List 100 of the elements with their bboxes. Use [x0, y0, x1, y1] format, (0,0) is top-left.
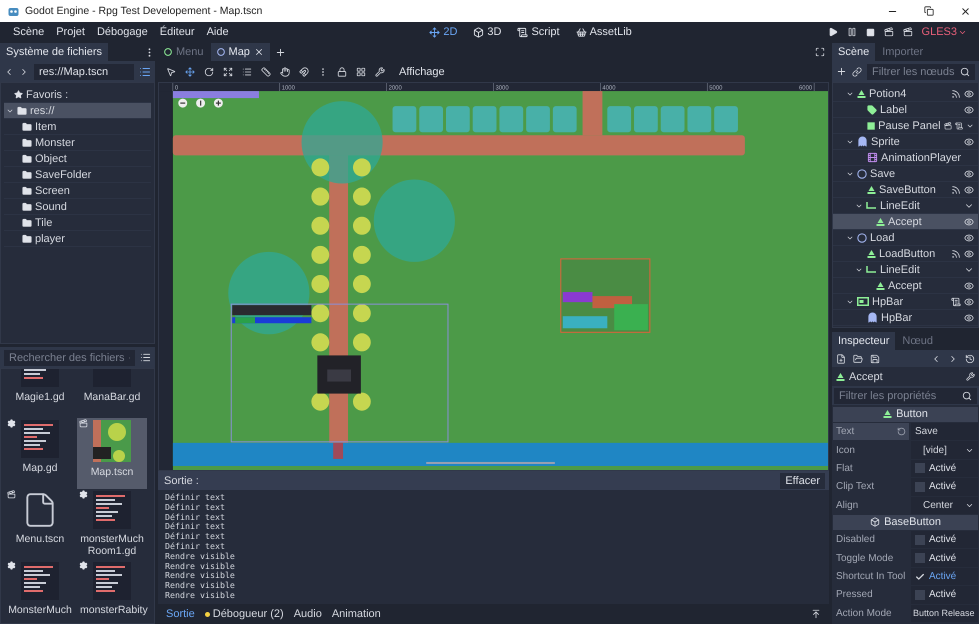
eye-icon[interactable] — [964, 104, 974, 114]
eye-icon[interactable] — [964, 312, 974, 322]
move-icon[interactable] — [185, 66, 195, 76]
scene-tree-item[interactable]: Save — [833, 166, 978, 182]
scene-tree-item[interactable]: LineEdit — [833, 262, 978, 278]
folder-item[interactable]: player — [4, 231, 151, 247]
text-field[interactable]: Save — [911, 422, 978, 440]
bottom-tab[interactable]: Animation — [332, 608, 381, 620]
scale-icon[interactable] — [223, 66, 233, 76]
lock-icon[interactable] — [337, 66, 347, 76]
eye-icon[interactable] — [964, 216, 974, 226]
scene-tree-item[interactable]: Accept — [833, 214, 978, 230]
clapperboard-icon[interactable] — [902, 27, 913, 37]
eye-icon[interactable] — [964, 88, 974, 98]
play-icon[interactable] — [828, 27, 838, 37]
panel-tab[interactable]: Système de fichiers — [0, 43, 108, 61]
workspace-tab[interactable]: 2D — [426, 25, 460, 39]
checkbox[interactable] — [915, 590, 925, 600]
stop-icon[interactable] — [866, 28, 875, 36]
scene-tree-item[interactable]: LoadButton — [833, 246, 978, 262]
grid-icon[interactable] — [356, 66, 366, 76]
property-filter-field[interactable]: Filtrer les propriétés — [834, 388, 977, 404]
magnet-icon[interactable] — [299, 66, 309, 76]
script-icon[interactable] — [951, 296, 961, 306]
eye-icon[interactable] — [964, 248, 974, 258]
panel-tab[interactable]: Scène — [832, 43, 876, 61]
dropdown[interactable]: [vide] — [911, 441, 978, 459]
scene-tab[interactable]: Map — [210, 43, 270, 61]
dropdown[interactable]: Center — [911, 496, 978, 514]
save-icon[interactable] — [870, 354, 880, 364]
folder-item[interactable]: Monster — [4, 135, 151, 151]
file-item[interactable]: Magie1.gd — [5, 369, 75, 418]
expand-panel-icon[interactable] — [811, 609, 821, 619]
list-icon[interactable] — [140, 352, 151, 363]
eye-icon[interactable] — [964, 232, 974, 242]
search-field[interactable]: Rechercher des fichiers — [4, 350, 135, 366]
clapperboard-icon[interactable] — [884, 27, 894, 37]
file-item[interactable]: Map.tscn — [77, 418, 147, 489]
close-icon[interactable] — [960, 6, 971, 16]
scene-tree-item[interactable]: HpBar — [833, 294, 978, 310]
bottom-tab[interactable]: Sortie — [166, 608, 195, 620]
scene-tree-item[interactable]: Potion4 — [833, 86, 978, 102]
script-icon[interactable] — [954, 120, 963, 130]
close-icon[interactable] — [254, 47, 264, 57]
panel-tab[interactable]: Inspecteur — [832, 332, 896, 350]
file-item[interactable]: monsterRabity — [77, 560, 147, 623]
pause-icon[interactable] — [846, 27, 857, 37]
zoom-reset-icon[interactable] — [196, 98, 206, 108]
view-menu[interactable]: Affichage — [394, 64, 450, 80]
list-icon[interactable] — [242, 66, 252, 76]
link-icon[interactable] — [852, 66, 862, 76]
menu-item[interactable]: Scène — [8, 24, 50, 40]
scene-tree-item[interactable]: Label — [833, 102, 978, 118]
folder-item[interactable]: Tile — [4, 215, 151, 231]
checkbox[interactable] — [915, 463, 925, 474]
file-item[interactable]: ManaBar.gd — [77, 369, 147, 418]
scrollbar[interactable] — [426, 462, 555, 464]
file-item[interactable]: monsterMuch Room1.gd — [77, 489, 147, 560]
folder-item[interactable]: Object — [4, 151, 151, 167]
scene-tree-item[interactable]: Pause Panel — [833, 118, 978, 134]
eye-icon[interactable] — [964, 296, 974, 306]
scene-tree-item[interactable]: SaveButton — [833, 182, 978, 198]
ruler-icon[interactable] — [261, 66, 271, 76]
new-file-icon[interactable] — [836, 354, 846, 364]
selected-node[interactable]: Accept — [832, 367, 979, 386]
scene-tree-item[interactable]: Load — [833, 230, 978, 246]
menu-item[interactable]: Débogage — [92, 24, 153, 40]
pointer-icon[interactable] — [166, 66, 176, 76]
eye-icon[interactable] — [964, 136, 974, 146]
checkbox[interactable] — [915, 572, 925, 582]
folder-icon[interactable] — [853, 354, 863, 364]
scene-tree-item[interactable]: Accept — [833, 278, 978, 294]
path-field[interactable]: res://Map.tscn — [34, 64, 134, 80]
wrench-icon[interactable] — [966, 372, 975, 381]
signal-icon[interactable] — [951, 184, 961, 194]
restore-icon[interactable] — [924, 6, 934, 16]
workspace-tab[interactable]: AssetLib — [572, 25, 635, 39]
file-item[interactable]: Map.gd — [5, 418, 75, 489]
folder-item[interactable]: SaveFolder — [4, 167, 151, 183]
file-item[interactable]: MonsterMuch — [5, 560, 75, 623]
eye-icon[interactable] — [964, 168, 974, 178]
rotate-icon[interactable] — [204, 66, 214, 76]
checkbox[interactable] — [915, 482, 925, 492]
scene-tree-item[interactable]: AnimationPlayer — [833, 150, 978, 166]
folder-item[interactable]: Item — [4, 119, 151, 135]
signal-icon[interactable] — [951, 248, 961, 258]
history-icon[interactable] — [965, 354, 975, 364]
menu-item[interactable]: Aide — [202, 24, 234, 40]
revert-icon[interactable] — [897, 427, 906, 436]
folder-item[interactable]: Screen — [4, 183, 151, 199]
add-tab-icon[interactable] — [274, 46, 286, 58]
checkbox[interactable] — [915, 553, 925, 564]
zoom-out-icon[interactable] — [178, 98, 188, 108]
eye-icon[interactable] — [964, 280, 974, 290]
eye-icon[interactable] — [964, 184, 974, 194]
hand-icon[interactable] — [280, 66, 290, 76]
clapperboard-icon[interactable] — [944, 120, 952, 130]
folder-item[interactable]: res:// — [4, 103, 151, 119]
section-header[interactable]: Button — [833, 407, 978, 422]
scene-tree-item[interactable]: HpBar — [833, 310, 978, 326]
